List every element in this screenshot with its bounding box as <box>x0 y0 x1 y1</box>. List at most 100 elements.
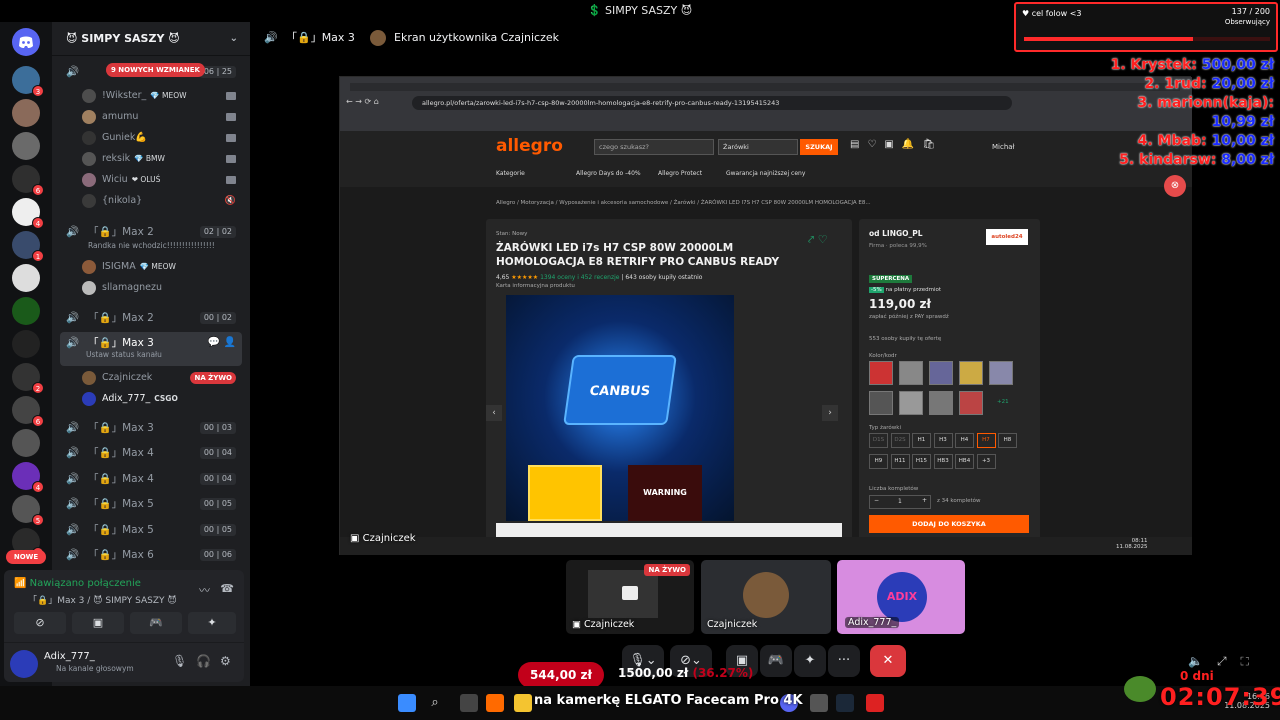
voice-user[interactable]: ISIGMA 💎 MEOW <box>82 257 242 277</box>
server-icon[interactable] <box>12 132 40 160</box>
bulb-type-options[interactable]: D1S D2S H1 H3 H4 H7 H8 H9 H11 H15 HB3 HB4 +3 <box>869 433 1029 473</box>
set-status-link[interactable]: Ustaw status kanału <box>86 344 162 366</box>
soundboard-button[interactable]: ✦ <box>188 612 236 634</box>
bulb-type-chip[interactable]: H9 <box>869 454 888 469</box>
server-icon[interactable]: 2 <box>12 363 44 394</box>
activity-button[interactable]: 🎮 <box>130 612 182 634</box>
noise-icon[interactable]: 〰 <box>199 582 210 598</box>
server-icon[interactable] <box>12 264 40 292</box>
windows-start-icon[interactable] <box>398 694 416 712</box>
bulb-type-chip[interactable]: H15 <box>912 454 931 469</box>
quantity-stepper[interactable]: −1 + <box>869 495 931 509</box>
voice-channel[interactable]: 🔊 「🔒」Max 6 00 | 06 <box>60 544 242 566</box>
bulb-type-chip[interactable]: H11 <box>890 454 910 469</box>
bulb-type-chip[interactable]: HB4 <box>955 454 974 469</box>
task-view-icon[interactable] <box>460 694 478 712</box>
image-thumbnails[interactable] <box>496 523 842 537</box>
server-icon[interactable]: 4 <box>12 462 44 493</box>
voice-user[interactable]: Czajniczek NA ŻYWO <box>82 368 242 388</box>
add-user-icon[interactable]: 👤 <box>224 332 236 354</box>
voice-channel-selected[interactable]: 🔊 「🔒」Max 3 Ustaw status kanału 💬 👤 <box>60 332 242 366</box>
add-to-cart-button[interactable]: DODAJ DO KOSZYKA <box>869 515 1029 533</box>
server-icon[interactable] <box>12 429 40 457</box>
voice-channel[interactable]: 🔊 「🔒」Max 5 00 | 05 <box>60 519 242 541</box>
server-icon[interactable]: 3 <box>12 66 44 97</box>
disconnect-button[interactable]: ✕ <box>870 645 906 677</box>
seller-name[interactable]: od LINGO_PL <box>869 229 923 238</box>
headphones-icon[interactable]: 🎧 <box>196 654 211 668</box>
server-icon[interactable]: 5 <box>12 495 44 526</box>
voice-user[interactable]: {nikola} 🔇 <box>82 191 242 211</box>
breadcrumb[interactable]: Allegro / Motoryzacja / Wyposażenie i ak… <box>496 200 871 206</box>
participant-tile[interactable]: NA ŻYWO ▣ Czajniczek <box>566 560 694 634</box>
voice-channel[interactable]: 🔊 「🔒」Max 4 00 | 04 <box>60 468 242 490</box>
bookmarks-bar[interactable] <box>360 115 1180 125</box>
product-image[interactable]: CANBUS WARNING <box>506 295 734 521</box>
bulb-type-chip[interactable]: H7 <box>976 433 996 448</box>
nav-kategorie[interactable]: Kategorie <box>496 170 525 177</box>
soundboard-button[interactable]: ✦ <box>794 645 826 677</box>
allegro-logo[interactable]: allegro <box>496 136 563 156</box>
search-input[interactable]: czego szukasz? <box>594 139 714 155</box>
chevron-down-icon[interactable]: ⌄ <box>230 22 238 56</box>
browser-tabs[interactable] <box>350 83 1180 91</box>
camera-off-button[interactable]: ⊘ <box>14 612 66 634</box>
close-icon[interactable]: ⊗ <box>1164 175 1186 197</box>
view-controls[interactable]: 🔈⤢⛶ <box>1188 654 1263 669</box>
search-category-select[interactable]: Żarówki <box>718 139 798 155</box>
bulb-type-chip[interactable]: D1S <box>869 433 888 448</box>
voice-user[interactable]: reksik 💎 BMW <box>82 149 242 169</box>
mentions-badge[interactable]: 9 NOWYCH WZMIANEK <box>106 63 205 77</box>
screen-share-button[interactable]: ▣ <box>72 612 124 634</box>
nav-allegro-days[interactable]: Allegro Days do -40% <box>576 170 641 177</box>
bulb-type-chip[interactable]: H4 <box>955 433 974 448</box>
participant-tile-speaking[interactable]: ADIX Adix_777_ <box>837 560 965 634</box>
server-icon[interactable] <box>12 297 40 325</box>
next-image-button[interactable]: › <box>822 405 838 421</box>
bulb-type-chip[interactable]: D2S <box>890 433 910 448</box>
server-icon[interactable] <box>12 330 40 358</box>
server-icon[interactable]: 4 <box>12 198 44 229</box>
info-card-link[interactable]: Karta informacyjna produktu <box>496 283 575 289</box>
bulb-type-chip[interactable]: H8 <box>998 433 1017 448</box>
voice-user[interactable]: !Wikster_ 💎 MEOW <box>82 86 242 106</box>
activity-button[interactable]: 🎮 <box>760 645 792 677</box>
voice-channel[interactable]: 🔊 「🔒」Max 2 02 | 02 <box>60 221 242 243</box>
browser-nav-buttons[interactable]: ← → ⟳ ⌂ <box>346 97 379 106</box>
share-icon[interactable]: ⤤ ♡ <box>808 233 828 247</box>
server-icon[interactable] <box>12 99 40 127</box>
steam-icon[interactable] <box>836 694 854 712</box>
avatar[interactable] <box>10 650 38 678</box>
gear-icon[interactable]: ⚙ <box>220 654 231 668</box>
chat-icon[interactable]: 💬 <box>208 332 220 354</box>
participant-tile[interactable]: Czajniczek <box>701 560 831 634</box>
new-servers-pill[interactable]: NOWE <box>6 550 46 564</box>
bulb-type-chip[interactable]: H3 <box>933 433 953 448</box>
server-icon[interactable]: 6 <box>12 165 44 196</box>
opera-icon[interactable] <box>866 694 884 712</box>
pay-later[interactable]: zapłać później z PAY sprawdź <box>869 314 949 320</box>
nav-price-guarantee[interactable]: Gwarancja najniższej ceny <box>726 170 805 177</box>
search-icon[interactable]: ⌕ <box>426 694 444 712</box>
voice-channel[interactable]: 🔊 「🔒」Max 3 00 | 03 <box>60 417 242 439</box>
search-button[interactable]: SZUKAJ <box>800 139 838 155</box>
discord-home-icon[interactable] <box>12 28 40 56</box>
voice-channel[interactable]: 🔊 「🔒」Max 5 00 | 05 <box>60 493 242 515</box>
voice-channel[interactable]: 🔊 「🔒」Max 4 00 | 04 <box>60 442 242 464</box>
seller-logo[interactable]: autoled24 <box>986 229 1028 245</box>
connection-location[interactable]: 「🔒」Max 3 / 😈 SIMPY SASZY 😈 <box>28 593 177 606</box>
bulb-type-chip[interactable]: H1 <box>912 433 931 448</box>
voice-user[interactable]: Wiciu ❤ OLUŚ <box>82 170 242 190</box>
folder-icon[interactable] <box>514 694 532 712</box>
header-icons[interactable]: ▤♡▣🔔🛍 <box>850 139 943 150</box>
server-icon[interactable]: 1 <box>12 231 44 262</box>
server-icon[interactable]: 6 <box>12 396 44 427</box>
voice-user[interactable]: Adix_777_ CSGO <box>82 389 242 409</box>
account-name[interactable]: Michał <box>992 143 1015 151</box>
voice-user[interactable]: amumu <box>82 107 242 127</box>
app-icon[interactable] <box>810 694 828 712</box>
server-header[interactable]: 😈 SIMPY SASZY 😈 ⌄ <box>52 22 250 56</box>
prev-image-button[interactable]: ‹ <box>486 405 502 421</box>
more-button[interactable]: ··· <box>828 645 860 677</box>
nav-allegro-protect[interactable]: Allegro Protect <box>658 170 702 177</box>
